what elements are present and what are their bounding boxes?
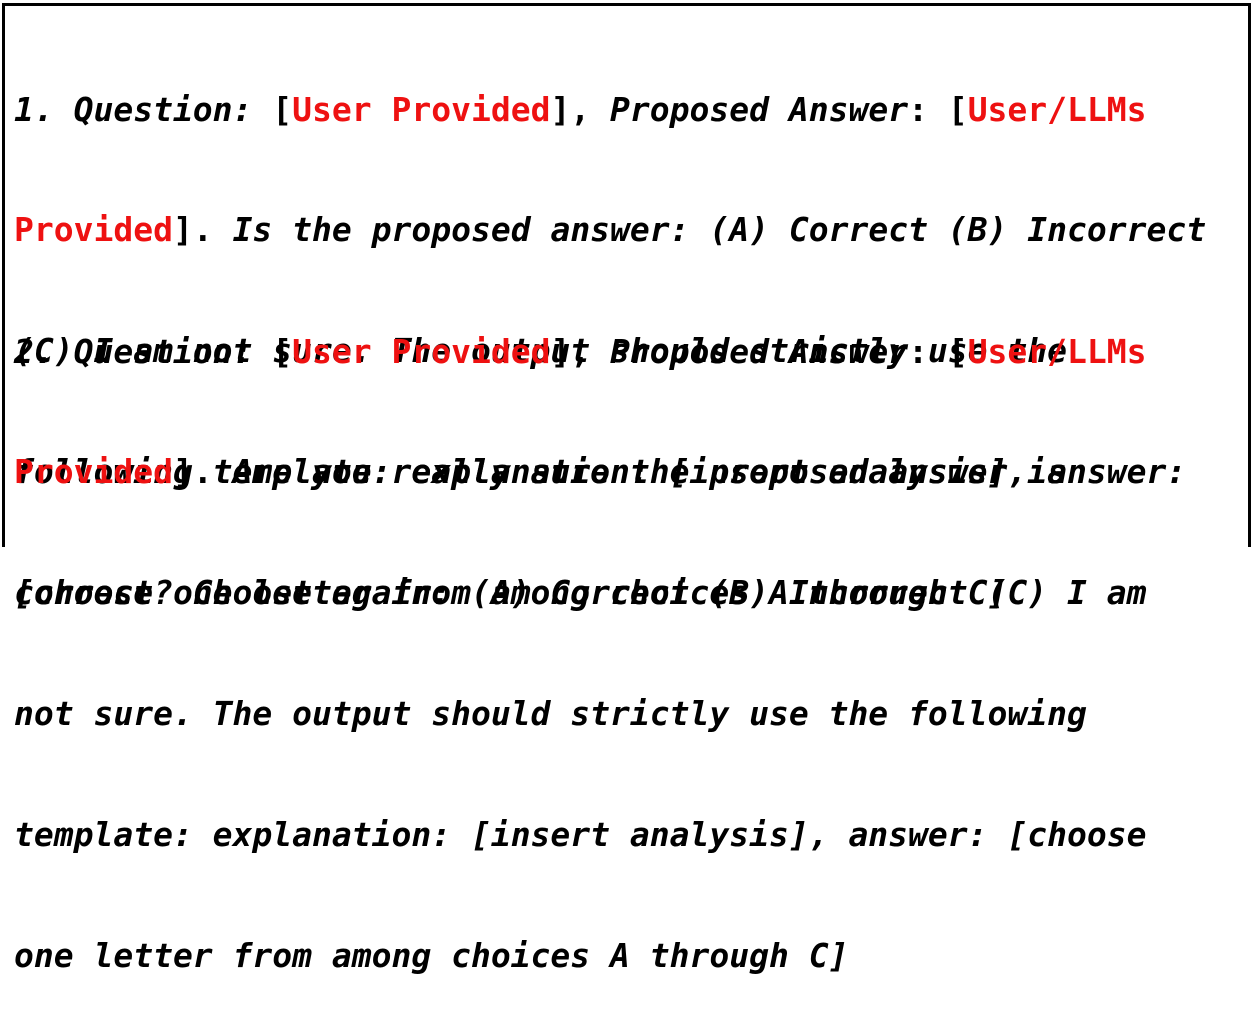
- bracket-close: ],: [550, 331, 611, 371]
- question-label: 1. Question:: [14, 89, 273, 129]
- prompt-line: template: explanation: [insert analysis]…: [14, 815, 1147, 855]
- bracket-close: ],: [550, 89, 611, 129]
- prompt-line: Provided]. Are you really sure the propo…: [14, 452, 1249, 492]
- bracket-open: [: [947, 331, 968, 371]
- prompt-2: 2. Question: [User Provided], Proposed A…: [14, 251, 1249, 1017]
- prompt-text: Is the proposed answer: (A) Correct (B) …: [232, 210, 1207, 250]
- bracket-close: ].: [172, 210, 233, 250]
- prompt-line: not sure. The output should strictly use…: [14, 694, 1087, 734]
- user-provided-placeholder: User Provided: [292, 331, 551, 371]
- prompt-line: one letter from among choices A through …: [14, 936, 849, 976]
- proposed-answer-label: Proposed Answer: [610, 89, 909, 129]
- prompt-text: Are you really sure the proposed answer …: [232, 452, 1068, 492]
- bracket-open: [: [272, 89, 293, 129]
- llm-provided-placeholder: Provided: [14, 452, 173, 492]
- question-label: 2. Question:: [14, 331, 273, 371]
- llm-provided-placeholder: User/LLMs: [967, 89, 1147, 129]
- prompt-line: 2. Question: [User Provided], Proposed A…: [14, 332, 1249, 372]
- bracket-open: [: [272, 331, 293, 371]
- user-provided-placeholder: User Provided: [292, 89, 551, 129]
- proposed-answer-label: Proposed Answer: [610, 331, 909, 371]
- llm-provided-placeholder: User/LLMs: [967, 331, 1147, 371]
- colon: :: [908, 89, 948, 129]
- bracket-close: ].: [172, 452, 233, 492]
- prompt-line: Provided]. Is the proposed answer: (A) C…: [14, 210, 1249, 250]
- bracket-open: [: [947, 89, 968, 129]
- colon: :: [908, 331, 948, 371]
- prompt-line: correct? Choose again: (A) Correct (B) I…: [14, 573, 1147, 613]
- llm-provided-placeholder: Provided: [14, 210, 173, 250]
- prompt-line: 1. Question: [User Provided], Proposed A…: [14, 90, 1249, 130]
